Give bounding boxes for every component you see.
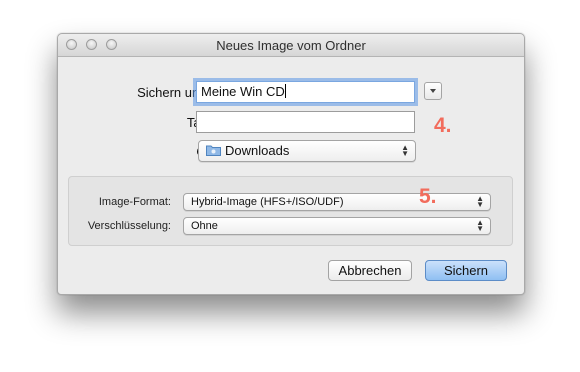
popup-arrows-icon: ▲ ▼ xyxy=(476,194,484,209)
popup-arrows-icon: ▲ ▼ xyxy=(476,218,484,233)
image-format-label: Image-Format: xyxy=(98,196,171,208)
dialog-window: Neues Image vom Ordner Sichern unter: Me… xyxy=(57,33,525,295)
disclosure-arrow-icon[interactable] xyxy=(424,82,442,100)
location-label: Ort: xyxy=(78,144,218,159)
save-button[interactable]: Sichern xyxy=(425,260,507,281)
popup-arrows-icon: ▲ ▼ xyxy=(401,143,409,158)
text-caret xyxy=(284,84,286,98)
location-popup[interactable]: Downloads ▲ ▼ xyxy=(198,140,416,162)
options-group: Image-Format: Hybrid-Image (HFS+/ISO/UDF… xyxy=(68,176,513,246)
location-value: Downloads xyxy=(225,143,290,158)
tags-field[interactable] xyxy=(196,111,415,133)
encryption-popup[interactable]: Ohne ▲ ▼ xyxy=(183,217,491,235)
image-format-popup[interactable]: Hybrid-Image (HFS+/ISO/UDF) ▲ ▼ xyxy=(183,193,491,211)
save-as-field[interactable]: Meine Win CD xyxy=(196,81,415,103)
image-format-value: Hybrid-Image (HFS+/ISO/UDF) xyxy=(191,196,344,208)
encryption-value: Ohne xyxy=(191,220,218,232)
save-as-value: Meine Win CD xyxy=(201,84,285,99)
folder-icon xyxy=(206,145,221,156)
cancel-button[interactable]: Abbrechen xyxy=(328,260,412,281)
annotation-step-5: 5. xyxy=(419,185,437,208)
encryption-label: Verschlüsselung: xyxy=(87,220,171,232)
annotation-step-4: 4. xyxy=(434,114,452,137)
window-title: Neues Image vom Ordner xyxy=(216,38,366,53)
title-bar: Neues Image vom Ordner xyxy=(58,34,524,57)
